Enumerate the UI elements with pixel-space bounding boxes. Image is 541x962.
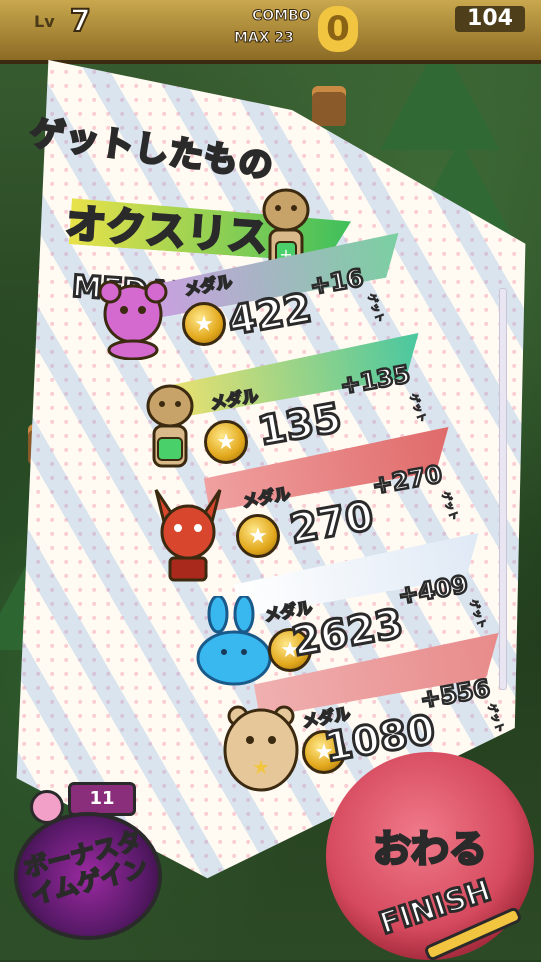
combo-value: 0 xyxy=(318,6,358,52)
finish-button[interactable]: おわる FINISH xyxy=(326,752,534,962)
star-coin-icon: ★ xyxy=(236,514,280,558)
combo-max: MAX 23 xyxy=(234,30,295,47)
svg-text:★: ★ xyxy=(252,755,270,779)
remaining-counter: 104 xyxy=(455,6,525,32)
red-fox-icon xyxy=(154,489,222,582)
level-label: Lv xyxy=(34,12,55,31)
get-label: ゲット xyxy=(466,598,488,631)
get-label: ゲット xyxy=(364,292,386,325)
top-hud: Lv 7 COMBO MAX 23 0 104 xyxy=(0,0,541,64)
get-label: ゲット xyxy=(438,490,460,523)
medal-total: 270 xyxy=(285,492,378,555)
bonus-time-gain: 11 ボーナスタイムゲイン xyxy=(10,782,162,952)
star-coin-icon: ★ xyxy=(182,302,226,346)
star-coin-icon: ★ xyxy=(204,420,248,464)
bonus-count: 11 xyxy=(68,782,136,816)
medal-total: 135 xyxy=(253,394,346,457)
pink-bear-icon xyxy=(98,280,168,360)
get-label: ゲット xyxy=(406,392,428,425)
hamster-icon: ★ xyxy=(223,705,299,792)
squirrel-icon xyxy=(146,384,194,468)
get-label: ゲット xyxy=(484,702,506,735)
combo-label: COMBO xyxy=(252,8,312,25)
level-value: 7 xyxy=(69,3,92,40)
finish-label-jp: おわる xyxy=(371,826,488,873)
